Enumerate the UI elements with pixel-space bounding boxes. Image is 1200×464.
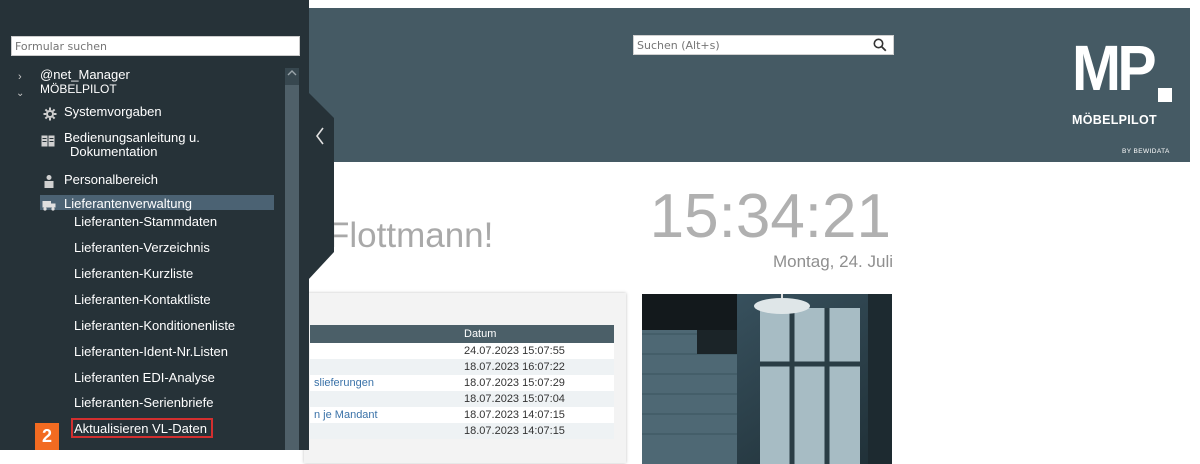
greeting-text: Flottmann! (328, 216, 494, 255)
gear-icon (43, 107, 57, 121)
tree-node-net-manager[interactable]: @net_Manager (40, 67, 130, 82)
sidebar-item-lieferantenverwaltung[interactable]: Lieferantenverwaltung (64, 196, 192, 211)
chevron-down-icon[interactable]: ⌄ (16, 88, 24, 99)
date-text: Montag, 24. Juli (772, 252, 893, 271)
sidebar-subitem-konditionenliste[interactable]: Lieferanten-Konditionenliste (74, 318, 235, 333)
row-title[interactable] (310, 359, 460, 375)
sidebar-subitem-edi-analyse[interactable]: Lieferanten EDI-Analyse (74, 370, 215, 385)
column-header-date: Datum (460, 325, 614, 343)
row-date: 18.07.2023 16:07:22 (460, 359, 614, 375)
logo-by: BY BEWIDATA (1122, 148, 1170, 155)
sidebar-subitem-verzeichnis[interactable]: Lieferanten-Verzeichnis (74, 240, 210, 255)
table-row[interactable]: 18.07.2023 16:07:22 (310, 359, 614, 375)
row-date: 24.07.2023 15:07:55 (460, 343, 614, 359)
row-title[interactable] (310, 423, 460, 439)
global-search-input[interactable] (634, 36, 865, 55)
sidebar-subitem-kontaktliste[interactable]: Lieferanten-Kontaktliste (74, 292, 211, 307)
sidebar-scrollbar[interactable] (285, 68, 299, 450)
truck-icon (42, 201, 56, 211)
logo-dot (1158, 88, 1172, 102)
row-title[interactable] (310, 343, 460, 359)
table-row[interactable]: 18.07.2023 15:07:04 (310, 391, 614, 407)
sidebar-subitem-serienbriefe[interactable]: Lieferanten-Serienbriefe (74, 395, 213, 410)
row-title[interactable]: n je Mandant (310, 407, 460, 423)
clock: 15:34:21 (649, 182, 891, 251)
form-search[interactable] (11, 36, 300, 56)
search-icon[interactable] (873, 38, 887, 52)
row-date: 18.07.2023 14:07:15 (460, 423, 614, 439)
tree-node-moebelpilot[interactable]: MÖBELPILOT (40, 82, 117, 96)
sidebar-item-bedienungsanleitung-line2[interactable]: Dokumentation (70, 144, 157, 159)
scrollbar-thumb[interactable] (285, 85, 299, 450)
scroll-up-icon[interactable] (287, 68, 297, 78)
sidebar-subitem-ident-nr-listen[interactable]: Lieferanten-Ident-Nr.Listen (74, 344, 228, 359)
window-edge (1190, 0, 1200, 450)
news-table-header: Datum (310, 325, 614, 343)
sidebar-item-personalbereich[interactable]: Personalbereich (64, 172, 158, 187)
sidebar-subitem-stammdaten[interactable]: Lieferanten-Stammdaten (74, 214, 217, 229)
sidebar-item-systemvorgaben[interactable]: Systemvorgaben (64, 104, 162, 119)
table-row[interactable]: slieferungen 18.07.2023 15:07:29 (310, 375, 614, 391)
row-date: 18.07.2023 14:07:15 (460, 407, 614, 423)
moebelpilot-logo: MP MÖBELPILOT BY BEWIDATA (1072, 36, 1177, 158)
person-icon (44, 175, 54, 188)
row-title[interactable]: slieferungen (310, 375, 460, 391)
row-date: 18.07.2023 15:07:04 (460, 391, 614, 407)
book-icon (41, 135, 55, 147)
row-title[interactable] (310, 391, 460, 407)
step-badge: 2 (35, 423, 59, 450)
table-row[interactable]: 24.07.2023 15:07:55 (310, 343, 614, 359)
logo-name: MÖBELPILOT (1072, 113, 1157, 127)
sidebar-subitem-kurzliste[interactable]: Lieferanten-Kurzliste (74, 266, 193, 281)
interior-photo (642, 294, 892, 464)
collapse-sidebar-button[interactable] (308, 92, 334, 280)
column-header-title (310, 325, 460, 343)
interior-photo-graphic (642, 294, 892, 464)
form-search-input[interactable] (12, 37, 295, 56)
logo-mark: MP (1072, 32, 1157, 104)
news-table: Datum 24.07.2023 15:07:55 18.07.2023 16:… (310, 325, 614, 439)
sidebar-item-bedienungsanleitung[interactable]: Bedienungsanleitung u. (64, 130, 200, 145)
table-row[interactable]: 18.07.2023 14:07:15 (310, 423, 614, 439)
table-row[interactable]: n je Mandant 18.07.2023 14:07:15 (310, 407, 614, 423)
global-search[interactable] (633, 35, 894, 55)
chevron-right-icon[interactable]: › (18, 71, 22, 83)
highlight-marker (71, 418, 213, 438)
sidebar: › @net_Manager ⌄ MÖBELPILOT Systemvorgab… (0, 0, 309, 450)
row-date: 18.07.2023 15:07:29 (460, 375, 614, 391)
